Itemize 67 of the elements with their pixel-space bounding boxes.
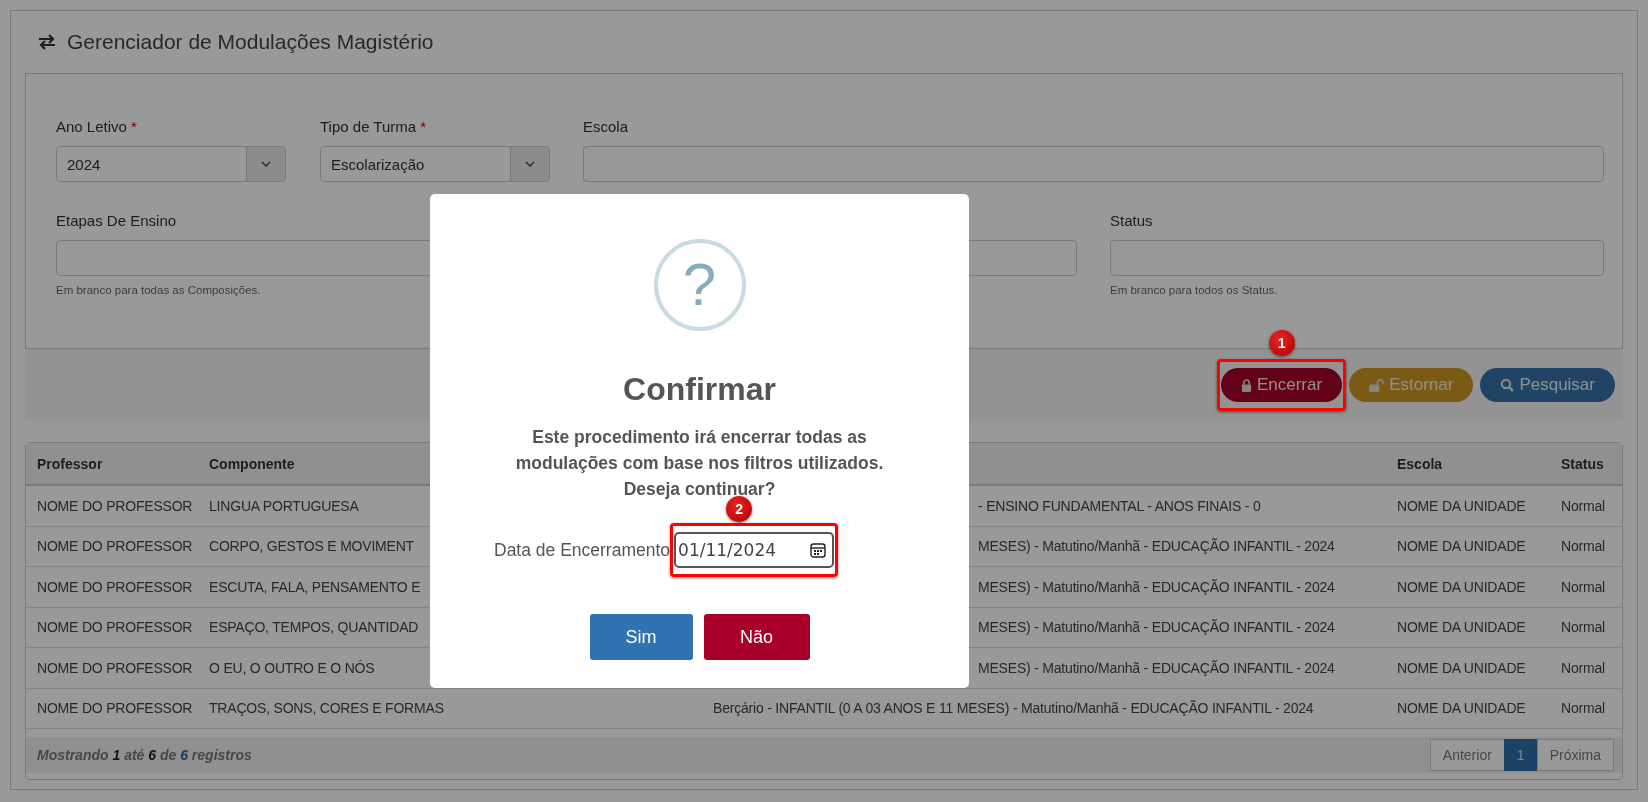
caret-icon [261, 161, 271, 167]
unlock-icon [1369, 378, 1385, 392]
table-cell-text: NOME DA UNIDADE [1396, 619, 1526, 636]
table-cell-text: NOME DA UNIDADE [1396, 538, 1526, 555]
table-cell-text: NOME DO PROFESSOR [36, 497, 193, 514]
page-title: Gerenciador de Modulações Magistério [67, 30, 434, 54]
table-cell-text: Normal [1560, 578, 1605, 595]
pagination-button[interactable]: 1 [1503, 739, 1538, 771]
field-label: Data de Encerramento [494, 539, 671, 561]
table-cell-text: NOME DA UNIDADE [1396, 497, 1526, 514]
table-cell-text: NOME DO PROFESSOR [36, 538, 193, 555]
action-button[interactable]: Encerrar [1220, 368, 1343, 402]
table-cell-text: ESCUTA, FALA, PENSAMENTO E [208, 578, 421, 595]
table-cell-text: Normal [1560, 497, 1605, 514]
field-label: Escola [583, 118, 629, 137]
table-cell-text: Normal [1560, 659, 1605, 676]
field-label: Tipo de Turma * [320, 118, 427, 137]
annotation-badge: 2 [726, 496, 753, 522]
caret-icon [525, 161, 535, 167]
field-hint: Em branco para todas as Composições. [56, 284, 261, 296]
calendar-icon [810, 542, 827, 558]
table-cell-text: NOME DO PROFESSOR [36, 578, 193, 595]
table-cell-text: O EU, O OUTRO E O NÓS [208, 659, 375, 676]
table-cell-text: ESPAÇO, TEMPOS, QUANTIDAD [208, 619, 419, 636]
select-field[interactable]: Escolarização [320, 146, 550, 182]
table-cell-text: TRAÇOS, SONS, CORES E FORMAS [208, 700, 444, 717]
table-cell-text: LINGUA PORTUGUESA [208, 497, 359, 514]
column-header: Componente [208, 455, 295, 472]
pagination-button[interactable]: Anterior [1429, 739, 1505, 771]
field-label: Etapas De Ensino [56, 212, 177, 231]
table-cell-text: CORPO, GESTOS E MOVIMENT [208, 538, 414, 555]
dialog-button[interactable]: Sim [589, 614, 693, 660]
dialog-button[interactable]: Não [703, 614, 810, 660]
records-summary: Mostrando 1 até 6 de 6 registros [37, 747, 252, 763]
field-label: Status [1110, 212, 1153, 231]
table-cell-text: NOME DA UNIDADE [1396, 659, 1526, 676]
column-header: Status [1560, 455, 1604, 472]
column-header: Escola [1396, 455, 1443, 472]
table-cell-text: NOME DA UNIDADE [1396, 578, 1526, 595]
field-hint: Em branco para todos os Status. [1110, 284, 1278, 296]
table-cell-text: NOME DO PROFESSOR [36, 700, 193, 717]
table-cell: - ENSINO FUNDAMENTAL - ANOS FINAIS - 0 [978, 497, 1261, 514]
table-cell-text: NOME DO PROFESSOR [36, 619, 193, 636]
pagination-button[interactable]: Próxima [1536, 739, 1614, 771]
swap-arrows-icon [37, 34, 57, 50]
table-cell-text: Normal [1560, 619, 1605, 636]
table-cell: MESES) - Matutino/Manhã - EDUCAÇÃO INFANTIL - 2024 [978, 659, 1335, 676]
annotation-badge: 1 [1268, 330, 1295, 356]
search-icon [1500, 378, 1515, 392]
table-cell: Berçário - INFANTIL (0 A 03 ANOS E 11 MESES) - Matutino/Manhã - EDUCAÇÃO INFANTIL - 2024 [713, 700, 1314, 717]
question-icon: ? [653, 239, 746, 331]
lock-icon [1240, 378, 1252, 392]
dialog-title: Confirmar [623, 371, 776, 408]
table-cell-text: Normal [1560, 700, 1605, 717]
table-cell: MESES) - Matutino/Manhã - EDUCAÇÃO INFANTIL - 2024 [978, 619, 1335, 636]
table-cell-text: Normal [1560, 538, 1605, 555]
date-field[interactable]: 01/11/2024 [674, 532, 835, 568]
table-cell-text: NOME DA UNIDADE [1396, 700, 1526, 717]
input-field[interactable] [583, 146, 1604, 182]
action-button[interactable]: Pesquisar [1480, 368, 1615, 402]
column-header: Professor [36, 455, 103, 472]
table-cell-text: NOME DO PROFESSOR [36, 659, 193, 676]
input-field[interactable] [1110, 240, 1604, 276]
select-field[interactable]: 2024 [56, 146, 286, 182]
field-label: Ano Letivo * [56, 118, 137, 137]
table-cell: MESES) - Matutino/Manhã - EDUCAÇÃO INFANTIL - 2024 [978, 538, 1335, 555]
table-cell: MESES) - Matutino/Manhã - EDUCAÇÃO INFANTIL - 2024 [978, 578, 1335, 595]
